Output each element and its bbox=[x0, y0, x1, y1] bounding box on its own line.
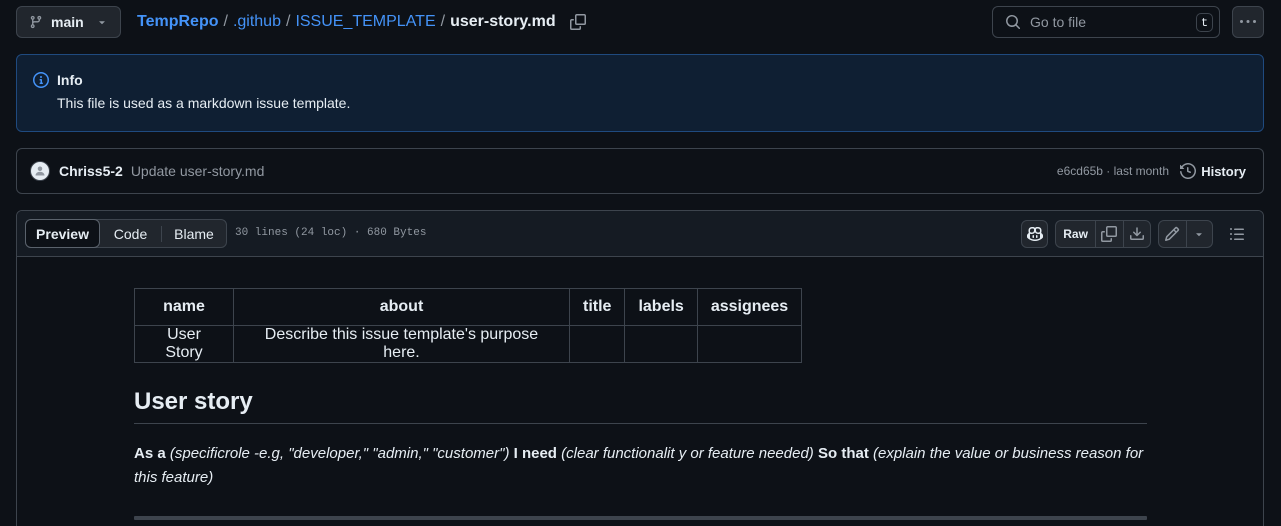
story-need: (clear functionalit y or feature needed) bbox=[561, 445, 814, 462]
table-header-cell: name bbox=[134, 288, 234, 326]
table-header-row: name about title labels assignees bbox=[134, 288, 803, 326]
table-cell: User Story bbox=[134, 325, 234, 363]
tab-preview[interactable]: Preview bbox=[25, 219, 100, 248]
table-cell bbox=[696, 325, 803, 363]
raw-button[interactable]: Raw bbox=[1056, 221, 1095, 247]
edit-actions-group bbox=[1158, 220, 1213, 248]
search-icon bbox=[1005, 14, 1021, 30]
copilot-icon bbox=[1026, 226, 1043, 242]
download-icon bbox=[1129, 226, 1145, 242]
download-button[interactable] bbox=[1124, 221, 1150, 247]
frontmatter-table: name about title labels assignees User S… bbox=[134, 288, 803, 363]
kebab-horizontal-icon bbox=[1240, 14, 1256, 30]
story-so-that: So that bbox=[817, 445, 869, 462]
story-as-a: As a bbox=[134, 445, 166, 462]
table-header-cell: title bbox=[568, 288, 626, 326]
file-header: Preview Code Blame 30 lines (24 loc) · 6… bbox=[17, 211, 1263, 257]
section-heading: User story bbox=[134, 388, 1147, 424]
copy-raw-icon bbox=[1101, 226, 1118, 242]
copilot-button[interactable] bbox=[1021, 220, 1048, 248]
latest-commit-bar: Chriss5-2 Update user-story.md e6cd65b ·… bbox=[16, 148, 1264, 194]
branch-name: main bbox=[51, 14, 84, 30]
story-role: (specificrole -e.g, "developer," "admin,… bbox=[169, 445, 510, 462]
breadcrumb: TempRepo / .github / ISSUE_TEMPLATE / us… bbox=[137, 6, 586, 38]
git-branch-icon bbox=[29, 14, 43, 30]
info-banner-body: This file is used as a markdown issue te… bbox=[57, 95, 351, 111]
info-banner: Info This file is used as a markdown iss… bbox=[16, 54, 1264, 132]
table-cell bbox=[568, 325, 626, 363]
edit-menu-button[interactable] bbox=[1186, 221, 1212, 247]
story-i-need: I need bbox=[513, 445, 557, 462]
breadcrumb-issue-template-link[interactable]: ISSUE_TEMPLATE bbox=[295, 13, 435, 31]
breadcrumb-current-file: user-story.md bbox=[450, 13, 556, 30]
commit-sha-and-date[interactable]: e6cd65b · last month bbox=[1057, 164, 1169, 178]
file-viewer: Preview Code Blame 30 lines (24 loc) · 6… bbox=[16, 210, 1264, 526]
go-to-file-input[interactable]: Go to file t bbox=[992, 6, 1220, 38]
branch-selector-button[interactable]: main bbox=[16, 6, 121, 38]
history-icon bbox=[1180, 163, 1197, 179]
info-banner-header: Info bbox=[33, 72, 1247, 88]
copy-icon[interactable] bbox=[569, 14, 586, 30]
table-cell: Describe this issue template's purpose h… bbox=[233, 325, 570, 363]
breadcrumb-github-link[interactable]: .github bbox=[233, 13, 281, 31]
history-label: History bbox=[1201, 163, 1246, 179]
table-header-cell: labels bbox=[624, 288, 698, 326]
more-options-button[interactable] bbox=[1232, 6, 1264, 38]
copy-raw-button[interactable] bbox=[1096, 221, 1122, 247]
triangle-down-icon bbox=[96, 16, 108, 28]
file-info: 30 lines (24 loc) · 680 Bytes bbox=[235, 227, 427, 239]
breadcrumb-separator: / bbox=[223, 13, 228, 30]
pencil-icon bbox=[1164, 226, 1180, 242]
info-icon bbox=[33, 72, 49, 88]
avatar[interactable] bbox=[30, 161, 50, 181]
table-header-cell: assignees bbox=[696, 288, 803, 326]
breadcrumb-repo-link[interactable]: TempRepo bbox=[137, 13, 218, 31]
tab-code[interactable]: Code bbox=[100, 220, 161, 247]
info-banner-title: Info bbox=[57, 72, 83, 88]
shortcut-key: t bbox=[1196, 13, 1213, 32]
raw-actions-group: Raw bbox=[1055, 220, 1151, 248]
commit-message-link[interactable]: Update user-story.md bbox=[131, 163, 265, 179]
horizontal-rule bbox=[134, 516, 1147, 520]
top-bar: main TempRepo / .github / ISSUE_TEMPLATE… bbox=[16, 6, 1264, 38]
view-mode-tabs: Preview Code Blame bbox=[25, 219, 227, 248]
edit-file-button[interactable] bbox=[1159, 221, 1186, 247]
list-unordered-icon bbox=[1229, 226, 1245, 242]
triangle-down-icon bbox=[1193, 228, 1205, 240]
commit-author-link[interactable]: Chriss5-2 bbox=[59, 163, 123, 179]
table-cell bbox=[624, 325, 698, 363]
breadcrumb-separator: / bbox=[285, 13, 291, 30]
table-header-cell: about bbox=[233, 288, 570, 326]
user-story-paragraph: As a (specificrole -e.g, "developer," "a… bbox=[134, 442, 1147, 490]
go-to-file-placeholder: Go to file bbox=[1030, 14, 1087, 30]
breadcrumb-separator: / bbox=[440, 13, 446, 30]
markdown-body: name about title labels assignees User S… bbox=[134, 288, 1147, 520]
outline-button[interactable] bbox=[1223, 220, 1251, 248]
table-row: User Story Describe this issue template'… bbox=[134, 325, 803, 363]
history-button[interactable]: History bbox=[1180, 163, 1246, 179]
tab-blame[interactable]: Blame bbox=[162, 220, 226, 247]
